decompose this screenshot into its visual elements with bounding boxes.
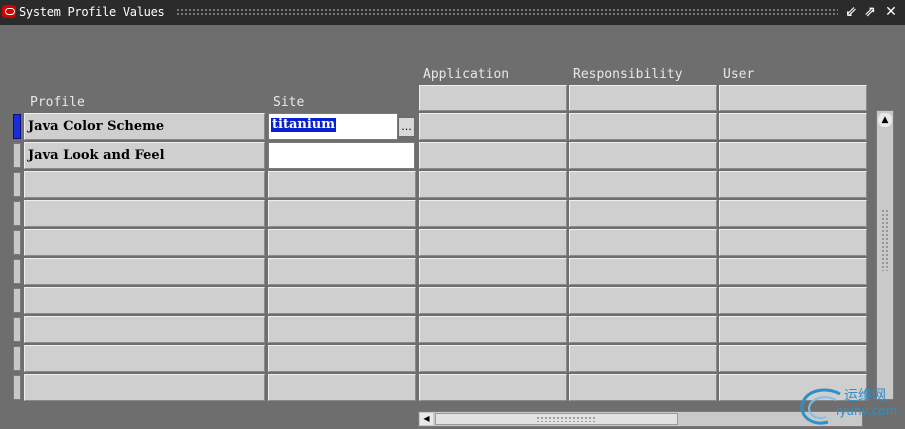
site-cell[interactable] (268, 200, 416, 227)
application-cell[interactable] (419, 287, 567, 314)
site-input-selected-text: titanium (271, 117, 336, 132)
application-cell[interactable] (419, 316, 567, 343)
site-input[interactable] (268, 142, 415, 169)
row-selector[interactable] (13, 346, 21, 371)
oracle-logo-icon (2, 5, 16, 18)
list-of-values-button[interactable]: ... (398, 117, 415, 137)
watermark-line1: 运维网 (844, 388, 886, 404)
site-cell[interactable] (268, 345, 416, 372)
watermark: 运维网 iyunv.com (796, 384, 904, 428)
responsibility-cell[interactable] (569, 345, 717, 372)
horizontal-scroll-grip (536, 416, 596, 422)
row-selector[interactable] (13, 288, 21, 313)
row-selector[interactable] (13, 230, 21, 255)
site-cell[interactable] (268, 374, 416, 401)
profile-cell-text: Java Color Scheme (28, 119, 165, 134)
responsibility-cell[interactable] (569, 316, 717, 343)
column-header-profile: Profile (30, 95, 85, 110)
user-cell[interactable] (719, 113, 867, 140)
row-selector[interactable] (13, 172, 21, 197)
profile-cell[interactable]: Java Look and Feel (24, 142, 265, 169)
vertical-scrollbar[interactable]: ▲ (876, 110, 894, 400)
watermark-line2: iyunv.com (836, 404, 898, 418)
responsibility-cell[interactable] (569, 287, 717, 314)
profile-cell[interactable] (24, 287, 265, 314)
window-title: System Profile Values (19, 5, 165, 19)
profile-cell[interactable] (24, 316, 265, 343)
row-selector[interactable] (13, 375, 21, 400)
responsibility-cell[interactable] (569, 142, 717, 169)
horizontal-scroll-thumb[interactable] (435, 413, 678, 425)
responsibility-cell[interactable] (569, 113, 717, 140)
close-icon[interactable]: ✕ (883, 3, 899, 21)
responsibility-cell[interactable] (569, 200, 717, 227)
title-grip (176, 8, 838, 17)
user-cell[interactable] (719, 258, 867, 285)
responsibility-cell[interactable] (569, 258, 717, 285)
application-cell[interactable] (419, 258, 567, 285)
row-selector[interactable] (13, 259, 21, 284)
profile-cell[interactable] (24, 171, 265, 198)
system-profile-values-window: System Profile Values ⇙ ⇗ ✕ Profile Site… (0, 0, 905, 429)
maximize-icon[interactable]: ⇗ (862, 3, 878, 21)
site-cell[interactable] (268, 229, 416, 256)
profile-cell[interactable] (24, 258, 265, 285)
profile-cell-text: Java Look and Feel (28, 148, 165, 163)
user-cell[interactable] (719, 229, 867, 256)
application-cell[interactable] (419, 345, 567, 372)
responsibility-cell[interactable] (569, 374, 717, 401)
application-cell[interactable] (419, 374, 567, 401)
user-cell[interactable] (719, 316, 867, 343)
row-selector[interactable] (13, 143, 21, 168)
column-header-user: User (723, 67, 755, 82)
user-cell[interactable] (719, 345, 867, 372)
profile-cell[interactable] (24, 374, 265, 401)
responsibility-cell[interactable] (569, 171, 717, 198)
responsibility-header-cell (569, 85, 717, 111)
profile-cell[interactable] (24, 345, 265, 372)
column-header-responsibility: Responsibility (573, 67, 683, 82)
user-cell[interactable] (719, 171, 867, 198)
row-selector[interactable] (13, 201, 21, 226)
column-header-application: Application (423, 67, 510, 82)
title-bar[interactable]: System Profile Values ⇙ ⇗ ✕ (0, 0, 905, 25)
vertical-scroll-grip[interactable] (881, 209, 890, 271)
row-selector[interactable] (13, 114, 21, 139)
site-cell[interactable] (268, 258, 416, 285)
application-header-cell (419, 85, 567, 111)
site-cell[interactable] (268, 171, 416, 198)
column-header-site: Site (273, 95, 305, 110)
application-cell[interactable] (419, 171, 567, 198)
site-input[interactable]: titanium (268, 113, 398, 140)
user-header-cell (719, 85, 867, 111)
profile-cell[interactable] (24, 229, 265, 256)
row-selector[interactable] (13, 317, 21, 342)
user-cell[interactable] (719, 287, 867, 314)
scroll-up-icon[interactable]: ▲ (878, 113, 892, 127)
minimize-icon[interactable]: ⇙ (843, 3, 859, 21)
application-cell[interactable] (419, 113, 567, 140)
site-cell[interactable] (268, 287, 416, 314)
application-cell[interactable] (419, 200, 567, 227)
user-cell[interactable] (719, 142, 867, 169)
user-cell[interactable] (719, 200, 867, 227)
application-cell[interactable] (419, 229, 567, 256)
scroll-left-icon[interactable]: ◀ (420, 413, 433, 425)
responsibility-cell[interactable] (569, 229, 717, 256)
site-cell[interactable] (268, 316, 416, 343)
application-cell[interactable] (419, 142, 567, 169)
profile-cell[interactable] (24, 200, 265, 227)
profile-cell[interactable]: Java Color Scheme (24, 113, 265, 140)
